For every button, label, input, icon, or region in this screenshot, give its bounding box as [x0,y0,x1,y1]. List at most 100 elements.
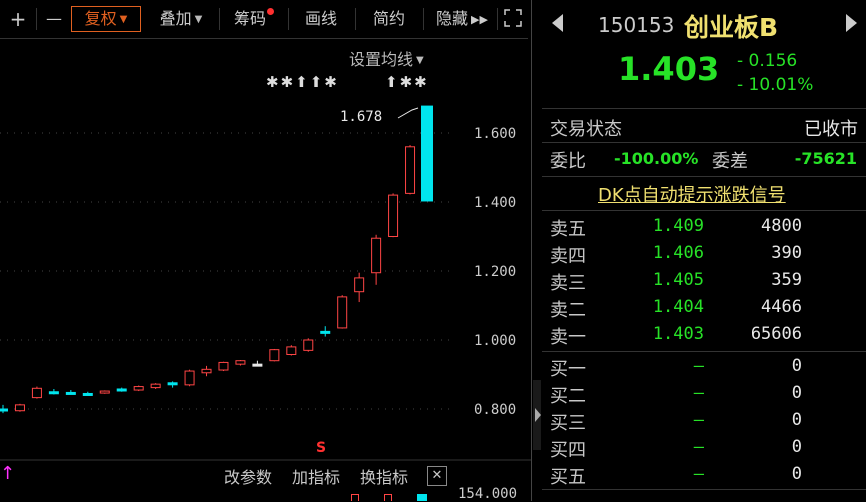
divider [36,8,37,30]
orderbook-price[interactable]: — [620,356,704,376]
high-callout-arrow [397,107,419,119]
candle [65,390,76,395]
ma-settings-button[interactable]: 设置均线 ▼ [349,46,424,70]
up-arrow-icon: ↑ [0,463,16,484]
candle-body [133,386,144,391]
candle [371,234,382,285]
candle-body [31,387,42,399]
candle [48,388,59,395]
candle-body [99,390,110,394]
orderbook-level-label: 卖五 [550,219,586,240]
divider [497,8,498,30]
fuquan-label: 复权 [84,9,117,28]
volume-bar [351,494,359,501]
candle-body [150,383,161,389]
close-indicator-button[interactable]: ✕ [427,466,447,486]
orderbook-level-label: 卖一 [550,327,586,348]
orderbook-price[interactable]: 1.404 [620,297,704,317]
orderbook-price[interactable]: — [620,383,704,403]
fullscreen-button[interactable] [500,6,526,32]
candle [99,390,110,394]
overlay-button[interactable]: 叠加 ▼ [146,6,216,32]
volume-axis-label: 154.000 [458,486,518,502]
draw-line-button[interactable]: 画线 [293,6,349,32]
chevron-down-icon: ▼ [194,14,203,25]
orderbook-level-label: 买一 [550,359,586,380]
switch-indicator-button[interactable]: 换指标 [360,464,408,488]
divider [219,8,220,30]
candle-body [235,360,246,365]
divider [542,108,866,109]
orderbook-price[interactable]: 1.409 [620,216,704,236]
candle-body [184,370,195,386]
candle-body [0,408,8,412]
candle [218,361,229,372]
candle [201,365,212,377]
zoom-in-button[interactable]: + [4,6,32,32]
fuquan-button[interactable]: 复权 ▼ [71,6,141,32]
candle-body [252,363,263,367]
candle [167,381,178,388]
candle [337,295,348,329]
candle-body [421,105,433,202]
add-indicator-button[interactable]: 加指标 [292,464,340,488]
candle-body [14,404,25,412]
orderbook-volume: 65606 [750,324,802,344]
edit-params-button[interactable]: 改参数 [224,464,272,488]
main-divider [531,0,532,501]
candle [0,404,8,414]
candle [14,403,25,412]
candle [82,391,93,396]
candle [31,386,42,399]
orderbook-volume: 0 [791,356,802,376]
orderbook-price[interactable]: 1.406 [620,243,704,263]
candle-body [320,330,331,334]
notification-dot-icon [267,8,274,15]
candle [320,326,331,337]
candle [303,338,314,352]
volume-bar [384,494,392,501]
candle-body [167,382,178,386]
orderbook-level-label: 卖三 [550,273,586,294]
volume-bar [417,494,427,501]
zoom-out-button[interactable]: — [40,6,68,32]
double-arrow-right-icon: ▶▶ [471,13,488,26]
orderbook-price[interactable]: — [620,410,704,430]
candle [388,193,399,238]
orderbook-level-label: 卖二 [550,300,586,321]
divider [542,176,866,177]
next-stock-arrow-icon[interactable] [846,14,857,32]
close-icon: ✕ [431,468,443,483]
sell-signal-marker: S [316,440,327,456]
candle-series [0,105,433,414]
candle-body [303,339,314,351]
stock-code: 150153 [598,13,675,37]
chevron-down-icon: ▼ [416,55,424,66]
dk-signal-link[interactable]: DK点自动提示涨跌信号 [598,181,786,207]
orderbook-price[interactable]: — [620,464,704,484]
candle [252,360,263,367]
candle-body [269,349,280,362]
orderbook-price[interactable]: — [620,437,704,457]
price-tick-label: 0.800 [474,402,516,418]
price-change-pct: - 10.01% [737,75,814,95]
hide-button[interactable]: 隐藏 ▶▶ [429,6,495,32]
stock-name: 创业板B [684,13,779,42]
simple-mode-button[interactable]: 简约 [361,6,417,32]
weibi-label: 委比 [550,151,586,172]
current-price: 1.403 [618,50,720,88]
divider [542,142,866,143]
orderbook-price[interactable]: 1.403 [620,324,704,344]
chevron-down-icon: ▼ [119,14,128,25]
overlay-label: 叠加 [159,9,192,28]
chips-button[interactable]: 筹码 [224,6,284,32]
price-tick-label: 1.200 [474,264,516,280]
price-tick-label: 1.400 [474,195,516,211]
prev-stock-arrow-icon[interactable] [552,14,563,32]
price-tick-label: 1.000 [474,333,516,349]
price-tick-label: 1.600 [474,126,516,142]
candle [184,369,195,387]
orderbook-price[interactable]: 1.405 [620,270,704,290]
candle-body [218,361,229,371]
candle [405,145,416,195]
